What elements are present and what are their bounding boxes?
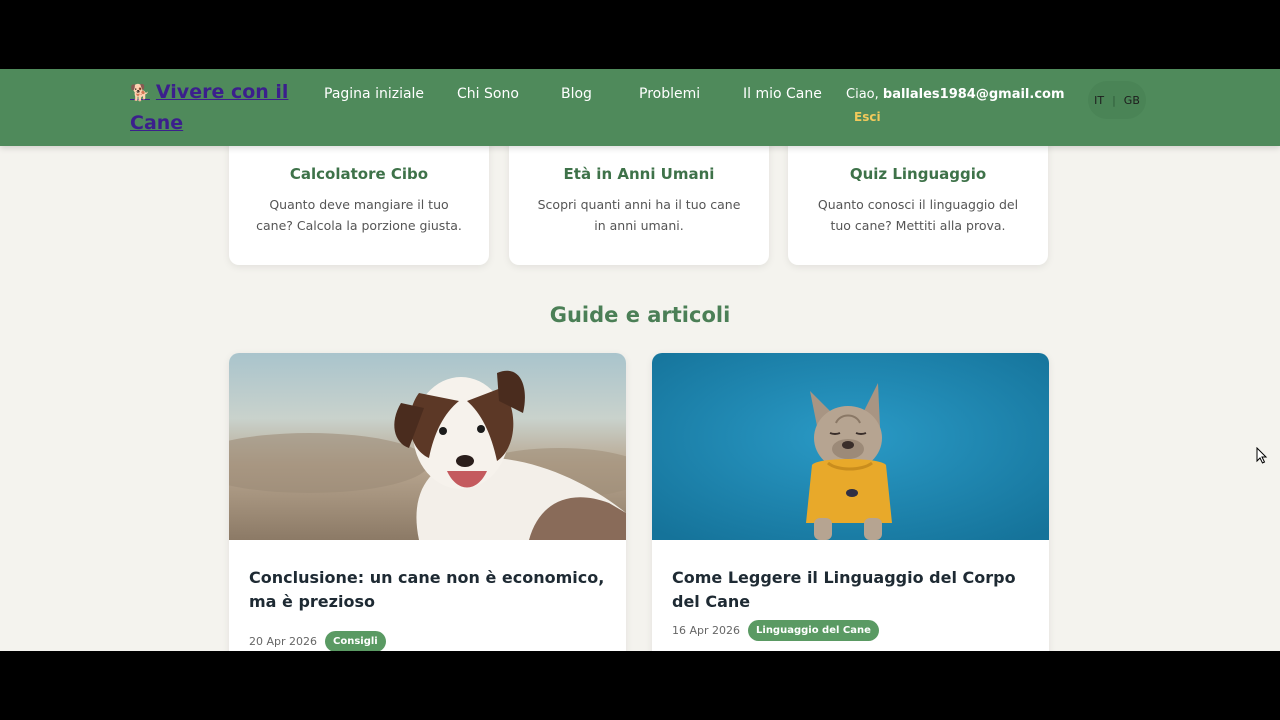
user-email: ballales1984@gmail.com [882,87,1065,102]
nav-link-home[interactable]: Pagina iniziale [324,86,424,102]
site-navbar: 🐕 Vivere con il Cane Pagina iniziale Chi … [0,69,1280,146]
article-card[interactable]: Conclusione: un cane non è economico, ma… [229,353,626,651]
article-card[interactable]: Come Leggere il Linguaggio del Corpo del… [652,353,1049,651]
tool-title: Quiz Linguaggio [849,165,987,183]
mouse-cursor-icon [1256,447,1268,464]
tool-title: Calcolatore Cibo [289,165,429,183]
tool-card-food-calculator[interactable]: Calcolatore Cibo Quanto deve mangiare il… [229,135,489,265]
article-category-tag[interactable]: Consigli [325,631,386,651]
greeting-prefix: Ciao, [846,87,879,102]
article-date: 16 Apr 2026 [672,624,741,637]
dog-icon: 🐕 [130,83,150,102]
article-meta: 20 Apr 2026 Consigli [249,631,386,651]
articles-section-title: Guide e articoli [549,303,731,327]
border-collie-dog-photo [229,353,626,540]
nav-link-problems[interactable]: Problemi [639,86,700,102]
lang-option-it[interactable]: IT [1094,94,1104,107]
tool-description: Quanto deve mangiare il tuo cane? Calcol… [256,197,462,233]
language-switcher: IT | GB [1088,81,1146,119]
lang-option-gb[interactable]: GB [1124,94,1140,107]
nav-link-blog[interactable]: Blog [561,86,592,102]
nav-link-about[interactable]: Chi Sono [457,86,519,102]
tool-title: Età in Anni Umani [563,165,715,183]
video-letterbox-top [0,0,1280,69]
article-category-tag[interactable]: Linguaggio del Cane [748,620,879,641]
tool-card-language-quiz[interactable]: Quiz Linguaggio Quanto conosci il lingua… [788,135,1048,265]
tool-description: Quanto conosci il linguaggio del tuo can… [817,197,1019,233]
article-date: 20 Apr 2026 [249,635,318,648]
lang-separator: | [1112,93,1116,107]
brand-name: Vivere con il Cane [130,81,289,134]
browser-viewport: 🐕 Vivere con il Cane Pagina iniziale Chi … [0,69,1280,651]
site-brand-link[interactable]: 🐕 Vivere con il Cane [130,77,300,139]
user-greeting: Ciao, ballales1984@gmail.com [846,87,1065,102]
tool-description: Scopri quanti anni ha il tuo cane in ann… [537,197,741,233]
article-meta: 16 Apr 2026 Linguaggio del Cane [672,620,879,641]
video-letterbox-bottom [0,651,1280,720]
french-bulldog-photo [652,353,1049,540]
logout-link[interactable]: Esci [854,110,881,124]
article-title: Come Leggere il Linguaggio del Corpo del… [672,568,1016,611]
tool-card-human-age[interactable]: Età in Anni Umani Scopri quanti anni ha … [509,135,769,265]
article-title: Conclusione: un cane non è economico, ma… [249,568,605,611]
nav-link-my-dog[interactable]: Il mio Cane [743,86,822,102]
